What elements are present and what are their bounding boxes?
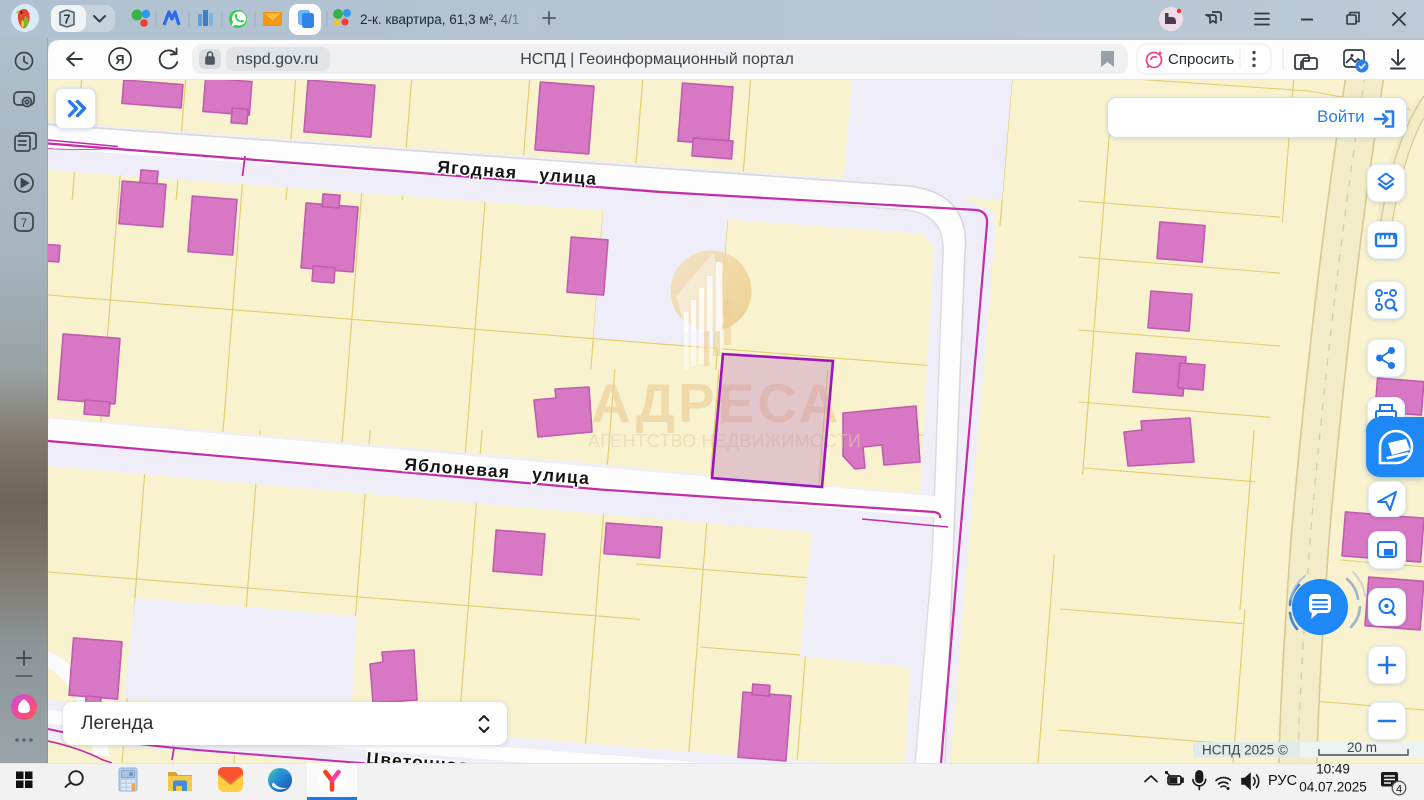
svg-text:10:49: 10:49 [1316,763,1350,777]
svg-text:НСПД 2025 ©: НСПД 2025 © [1202,743,1288,758]
svg-text:20 m: 20 m [1347,740,1377,755]
svg-text:Спросить: Спросить [1168,51,1234,68]
svg-text:04.07.2025: 04.07.2025 [1299,780,1367,795]
svg-text:7: 7 [64,13,71,27]
svg-text:Я: Я [116,53,125,67]
svg-text:НСПД | Геоинформационный порта: НСПД | Геоинформационный портал [520,51,794,68]
svg-text:4: 4 [1396,784,1402,796]
svg-text:7: 7 [21,218,27,230]
svg-text:nspd.gov.ru: nspd.gov.ru [236,51,318,68]
svg-text:РУС: РУС [1268,773,1297,789]
